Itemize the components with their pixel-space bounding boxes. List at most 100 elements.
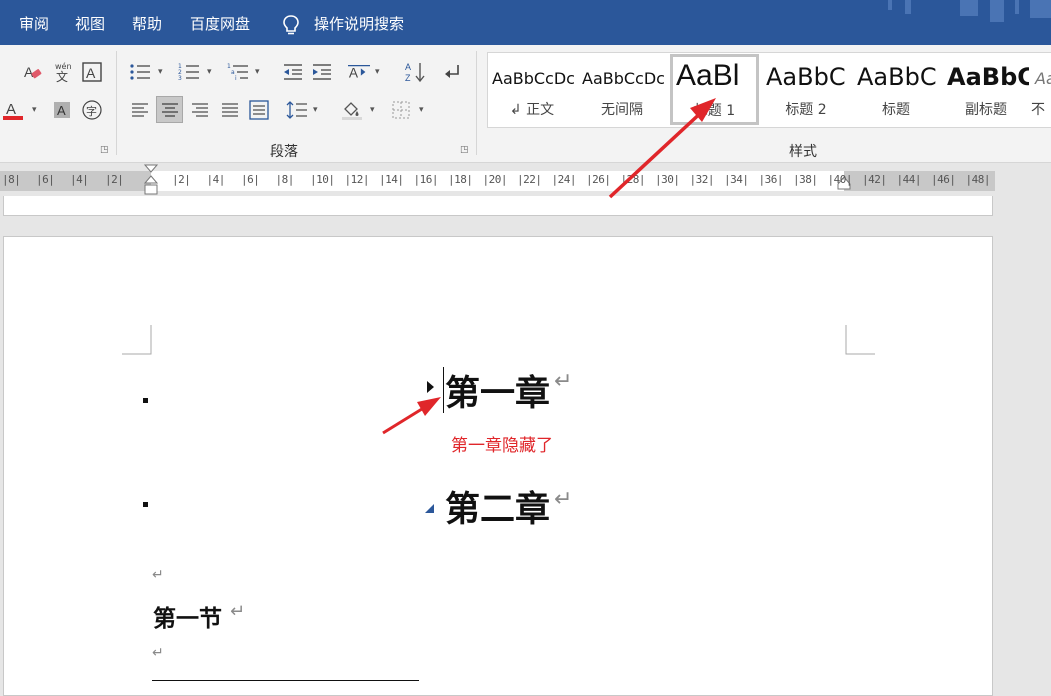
align-left-icon[interactable] (129, 99, 151, 121)
distributed-icon[interactable] (248, 99, 270, 121)
style-preview: Aa (1035, 69, 1051, 88)
style-name: 标题 2 (785, 102, 827, 118)
horizontal-ruler[interactable]: |8| |6| |4| |2| |2| |4| |6| |8| |10| |12| |14|… (0, 163, 1051, 197)
line-spacing-icon[interactable] (286, 99, 308, 121)
svg-text:Z: Z (405, 73, 411, 83)
styles-group-label: 样式 (789, 144, 817, 160)
style-more[interactable]: Aa 不 (1031, 53, 1051, 127)
style-title[interactable]: AaBbC 标题 (853, 53, 939, 127)
borders-dropdown-icon[interactable]: ▾ (419, 105, 424, 115)
ruler-number: |44| (896, 173, 922, 186)
paragraph-mark: ↵ (152, 645, 164, 661)
style-name: 无间隔 (601, 102, 643, 118)
ruler-number: |36| (758, 173, 784, 186)
multilevel-list-icon[interactable]: 1ai (227, 61, 249, 83)
annotation-text: 第一章隐藏了 (451, 436, 553, 456)
ruler-number: |30| (655, 173, 680, 186)
decrease-indent-icon[interactable] (282, 61, 304, 83)
ruler-number: |28| (620, 173, 646, 186)
enclose-character-icon[interactable]: 字 (81, 99, 103, 121)
svg-text:A: A (349, 66, 359, 81)
styles-gallery: AaBbCcDc ↲ 正文 AaBbCcDc 无间隔 AaBl 标题 1 AaB… (487, 52, 1051, 128)
font-dialog-launcher-icon[interactable]: ◳ (100, 145, 109, 155)
menu-help[interactable]: 帮助 (132, 0, 162, 45)
ruler-number: |12| (344, 173, 370, 186)
ruler-number: |18| (448, 173, 473, 186)
line-spacing-dropdown-icon[interactable]: ▾ (313, 105, 318, 115)
character-shading-icon[interactable]: A (51, 99, 73, 121)
margin-corner-mark (122, 325, 152, 355)
section-1-heading[interactable]: 第一节 (153, 599, 222, 633)
clear-format-icon[interactable]: A (22, 61, 44, 83)
justify-icon[interactable] (219, 99, 241, 121)
style-no-spacing[interactable]: AaBbCcDc 无间隔 (578, 53, 666, 127)
heading-bullet (143, 398, 148, 403)
expanded-triangle-icon[interactable] (424, 503, 436, 515)
sort-icon[interactable]: AZ (404, 61, 426, 83)
numbering-icon[interactable]: 123 (178, 61, 200, 83)
group-separator (476, 51, 477, 155)
ruler-number: |6| (36, 173, 55, 186)
menu-review[interactable]: 审阅 (19, 0, 49, 45)
numbering-dropdown-icon[interactable]: ▾ (207, 67, 212, 77)
lightbulb-icon[interactable] (282, 14, 300, 36)
menu-view[interactable]: 视图 (75, 0, 105, 45)
shading-dropdown-icon[interactable]: ▾ (370, 105, 375, 115)
show-marks-icon[interactable] (441, 61, 463, 83)
style-subtitle[interactable]: AaBbC 副标题 (943, 53, 1029, 127)
svg-text:A: A (57, 103, 66, 118)
pinyin-guide-icon[interactable]: wén 文 (52, 61, 74, 83)
style-preview: AaBbC (857, 63, 937, 91)
ruler-number: |4| (70, 173, 89, 186)
paragraph-dialog-launcher-icon[interactable]: ◳ (460, 145, 469, 155)
margin-corner-mark (845, 325, 875, 355)
font-color-dropdown-icon[interactable]: ▾ (32, 105, 37, 115)
title-decoration (1030, 0, 1051, 18)
indent-marker[interactable] (144, 164, 158, 196)
ruler-number: |46| (931, 173, 956, 186)
font-color-icon[interactable]: A (2, 99, 24, 121)
style-preview: AaBbC (947, 63, 1029, 91)
ruler-number: |20| (482, 173, 508, 186)
bullets-dropdown-icon[interactable]: ▾ (158, 67, 163, 77)
character-border-icon[interactable]: A (81, 61, 103, 83)
ruler-number: |8| (275, 173, 295, 186)
shading-icon[interactable] (341, 99, 363, 121)
ruler-number: |10| (310, 173, 335, 186)
ruler-number: |38| (793, 173, 818, 186)
previous-page (3, 196, 993, 216)
svg-text:A: A (24, 64, 34, 80)
ruler-number: |34| (724, 173, 749, 186)
menu-baidu-netdisk[interactable]: 百度网盘 (190, 0, 250, 45)
chapter-1-heading[interactable]: 第一章 (445, 365, 550, 416)
title-decoration (888, 0, 892, 10)
asian-layout-dropdown-icon[interactable]: ▾ (375, 67, 380, 77)
heading-bullet (143, 502, 148, 507)
text-cursor (443, 367, 444, 413)
paragraph-mark: ↵ (230, 601, 246, 622)
ruler-number: |48| (965, 173, 991, 186)
document-page[interactable]: 第一章 ↵ 第一章隐藏了 第二章 ↵ ↵ 第一节 ↵ ↵ (3, 236, 993, 696)
svg-text:A: A (86, 65, 96, 81)
bullets-icon[interactable] (129, 61, 151, 83)
asian-layout-icon[interactable]: A (348, 61, 370, 83)
ruler-number: |4| (206, 173, 226, 186)
style-normal[interactable]: AaBbCcDc ↲ 正文 (488, 53, 576, 127)
paragraph-mark: ↵ (554, 487, 573, 512)
ruler-number: |2| (172, 173, 191, 186)
tell-me-search[interactable]: 操作说明搜索 (314, 0, 404, 45)
increase-indent-icon[interactable] (311, 61, 333, 83)
ruler-number: |16| (413, 173, 439, 186)
chapter-2-heading[interactable]: 第二章 (445, 481, 550, 532)
svg-text:文: 文 (56, 69, 68, 83)
borders-icon[interactable] (390, 99, 412, 121)
style-preview: AaBbCcDc (582, 69, 665, 88)
style-heading-1[interactable]: AaBl 标题 1 (670, 54, 759, 125)
style-name: ↲ 正文 (509, 102, 555, 118)
multilevel-list-dropdown-icon[interactable]: ▾ (255, 67, 260, 77)
svg-text:字: 字 (86, 104, 97, 118)
align-center-icon[interactable] (156, 96, 183, 123)
collapsed-triangle-icon[interactable] (426, 379, 436, 395)
style-heading-2[interactable]: AaBbC 标题 2 (762, 53, 850, 127)
align-right-icon[interactable] (189, 99, 211, 121)
